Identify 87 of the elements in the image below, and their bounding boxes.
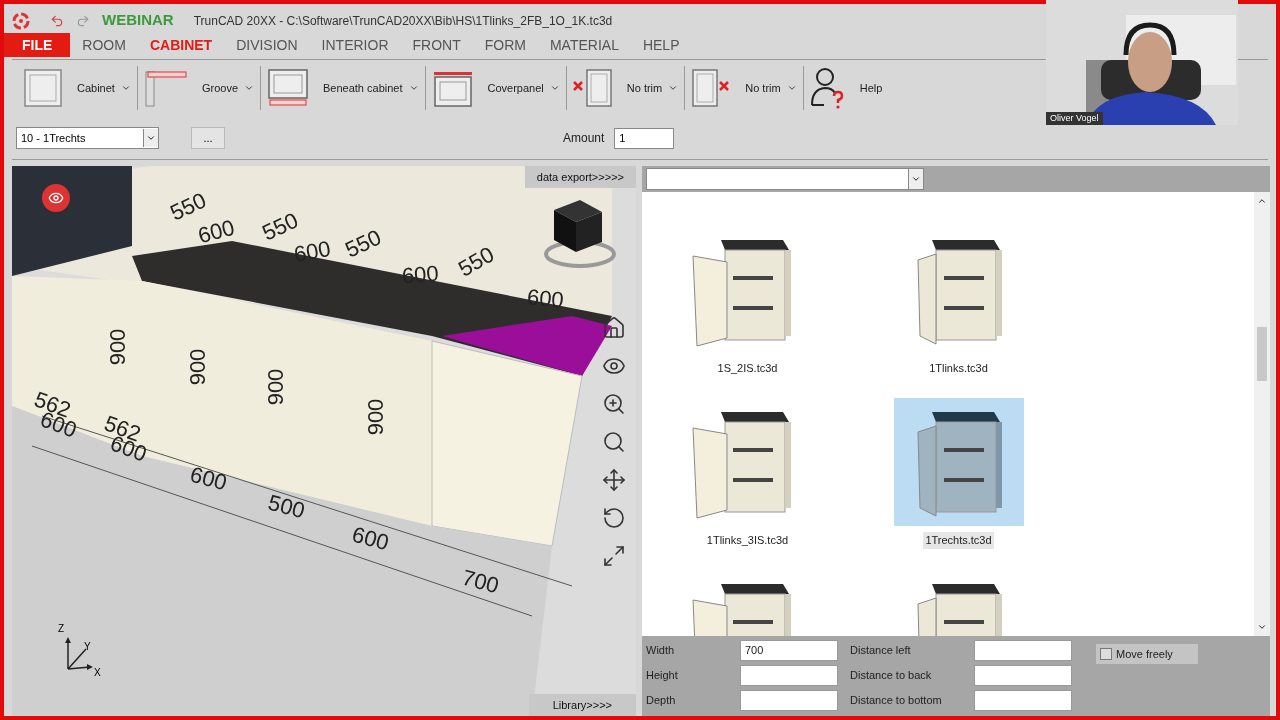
undo-icon[interactable] — [50, 13, 64, 28]
library-item[interactable]: 1Tlinks.tc3d — [853, 226, 1064, 398]
tool-label: No trim — [626, 81, 663, 97]
axis-label: X — [94, 666, 101, 680]
ribbon-tab[interactable]: FORM — [472, 33, 538, 57]
app-logo-icon[interactable] — [12, 11, 30, 30]
app-label: WEBINAR — [102, 10, 174, 31]
tool-label: Groove — [201, 81, 238, 97]
ribbon-tab[interactable]: DIVISION — [224, 33, 310, 57]
zoom-window-icon[interactable] — [602, 392, 626, 416]
home-icon[interactable] — [602, 316, 626, 340]
scrollbar[interactable] — [1254, 192, 1270, 636]
scroll-thumb[interactable] — [1257, 327, 1267, 381]
data-export-button[interactable]: data export>>>>> — [524, 166, 636, 188]
axis-label: Y — [84, 640, 91, 654]
dimension-label: 700 — [459, 566, 501, 598]
ribbon-tool[interactable]: Beneath cabinet — [264, 68, 422, 109]
tool-label: Cabinet — [77, 81, 115, 97]
library-item[interactable]: 1Tlinks_3IS.tc3d — [642, 398, 853, 570]
dimension-label: 900 — [107, 328, 130, 366]
dimension-label: 600 — [187, 463, 229, 495]
ribbon-tool[interactable]: Cabinet — [20, 68, 134, 109]
input-field[interactable] — [974, 690, 1072, 711]
user-help-icon — [809, 67, 846, 110]
file-name: 1Tlinks_3IS.tc3d — [705, 533, 790, 548]
field-label: Width — [646, 643, 676, 659]
tool-label: Coverpanel — [487, 81, 544, 97]
pan-icon[interactable] — [602, 468, 626, 492]
ribbon-tab[interactable]: FRONT — [400, 33, 473, 57]
ribbon-tool[interactable]: No trim — [569, 68, 682, 109]
ribbon-tab[interactable]: HELP — [630, 33, 692, 57]
input-field[interactable] — [740, 690, 838, 711]
library-button[interactable]: Library>>>> — [528, 694, 636, 716]
ribbon-tab[interactable]: INTERIOR — [309, 33, 401, 57]
file-name: 1S_2IS.tc3d — [716, 361, 779, 376]
dimension-label: 500 — [265, 491, 307, 523]
browse-button[interactable]: ... — [191, 127, 225, 150]
file-menu[interactable]: FILE — [4, 33, 71, 57]
field-label: Depth — [646, 693, 677, 709]
dimension-label: 600 — [526, 286, 565, 312]
window-title: TrunCAD 20XX - C:\Software\TrunCAD20XX\Bib\HS\1Tlinks_2FB_1O_1K.tc3d — [193, 12, 613, 30]
groove-icon — [143, 68, 188, 109]
folder-select[interactable] — [646, 168, 924, 190]
input-field[interactable]: 700 — [740, 640, 838, 661]
scroll-up-icon[interactable] — [1257, 196, 1267, 206]
input-field[interactable] — [974, 665, 1072, 686]
input-field[interactable] — [974, 640, 1072, 661]
dimension-label: 550 — [454, 243, 498, 281]
dimension-label: 600 — [349, 523, 391, 555]
axis-label: Z — [58, 622, 65, 636]
ribbon-tab[interactable]: ROOM — [70, 33, 138, 57]
scroll-down-icon[interactable] — [1257, 622, 1267, 632]
library-item[interactable]: 1S_2IS.tc3d — [642, 226, 853, 398]
field-label: Height — [646, 668, 679, 684]
ribbon-tool[interactable]: No trim — [688, 68, 800, 109]
dimension-label: 550 — [342, 226, 385, 262]
amount-label: Amount — [563, 130, 605, 148]
cabinet-select[interactable]: 10 - 1Trechts — [16, 127, 159, 150]
cabinet-icon — [23, 68, 63, 109]
dimension-label: 900 — [265, 368, 288, 406]
checkbox[interactable] — [1100, 648, 1112, 660]
field-label: Distance left — [850, 643, 912, 659]
ribbon-tool[interactable]: Groove — [140, 68, 257, 109]
library-item[interactable]: 1Trechts.tc3d — [853, 398, 1064, 570]
ribbon-tool[interactable]: Coverpanel — [428, 68, 563, 109]
field-label: Distance to back — [850, 668, 933, 684]
rotate-icon[interactable] — [602, 506, 626, 530]
eye-icon — [48, 190, 64, 206]
file-name: 1Tlinks.tc3d — [928, 361, 989, 376]
tool-label: No trim — [745, 81, 781, 97]
fit-view-icon[interactable] — [602, 544, 626, 568]
dimension-label: 900 — [187, 348, 210, 386]
field-label: Distance to bottom — [850, 693, 943, 709]
ribbon-tool[interactable]: Help — [806, 67, 886, 110]
panel-cross-icon — [572, 68, 613, 109]
zoom-icon[interactable] — [602, 430, 626, 454]
move-freely-checkbox[interactable]: Move freely — [1096, 644, 1198, 664]
file-name: 1Trechts.tc3d — [923, 532, 994, 549]
ribbon-tab[interactable]: MATERIAL — [537, 33, 631, 57]
dimension-label: 600 — [401, 262, 440, 288]
dimension-label: 900 — [365, 398, 388, 436]
tool-label: Help — [859, 81, 883, 97]
cabinet-base-icon — [267, 68, 309, 109]
panel-cross-icon — [691, 68, 732, 109]
input-field[interactable] — [740, 665, 838, 686]
tool-label: Beneath cabinet — [323, 81, 403, 97]
amount-field[interactable]: 1 — [614, 127, 675, 149]
